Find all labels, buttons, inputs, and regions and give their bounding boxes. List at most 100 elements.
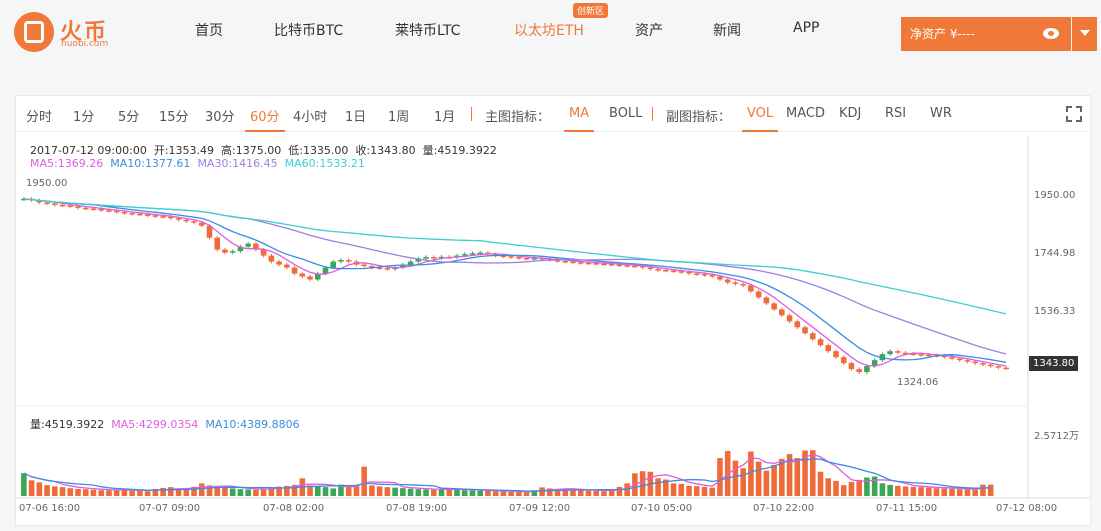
candle bbox=[987, 364, 994, 367]
volume-bar bbox=[655, 478, 661, 496]
candle bbox=[709, 275, 716, 277]
candle bbox=[980, 363, 986, 365]
candle bbox=[59, 204, 66, 207]
volume-bar bbox=[693, 486, 700, 496]
volume-bar bbox=[369, 485, 375, 496]
nav-ltc[interactable]: 莱特币LTC bbox=[395, 20, 460, 40]
volume-bar bbox=[740, 468, 746, 496]
volume-bar bbox=[52, 486, 58, 496]
volume-bar bbox=[90, 489, 97, 496]
volume-bar bbox=[593, 490, 599, 496]
huobi-logo-icon bbox=[14, 12, 54, 52]
volume-bar bbox=[895, 485, 901, 496]
volume-bar bbox=[314, 486, 321, 496]
huobi-logo[interactable]: 火币 huobi.com bbox=[14, 12, 114, 52]
current-price-tag: 1343.80 bbox=[1029, 356, 1079, 371]
candle bbox=[585, 262, 592, 265]
ma5-line bbox=[23, 198, 1007, 367]
candle bbox=[75, 206, 81, 208]
volume-bar bbox=[825, 478, 832, 496]
candle bbox=[121, 212, 128, 214]
time-axis-label: 07-10 05:00 bbox=[631, 503, 693, 514]
volume-bar bbox=[926, 487, 932, 496]
volume-bar bbox=[794, 458, 801, 496]
candle bbox=[848, 363, 855, 370]
nav-news[interactable]: 新闻 bbox=[713, 20, 741, 40]
time-axis-label: 07-11 15:00 bbox=[876, 503, 938, 514]
candle bbox=[577, 262, 584, 264]
candle bbox=[322, 267, 329, 274]
candle bbox=[214, 237, 221, 250]
candle bbox=[90, 208, 97, 210]
volume-bar bbox=[500, 491, 507, 496]
candle bbox=[732, 282, 739, 284]
volume-bar bbox=[601, 491, 607, 496]
candle bbox=[229, 251, 236, 253]
volume-bar bbox=[245, 489, 251, 496]
volume-bar bbox=[817, 471, 824, 496]
candle bbox=[995, 366, 1002, 368]
volume-bar bbox=[229, 488, 236, 496]
candle bbox=[516, 257, 522, 259]
nav-app[interactable]: APP bbox=[793, 20, 819, 36]
volume-bar bbox=[956, 489, 963, 496]
candle bbox=[44, 202, 50, 204]
volume-bar bbox=[98, 490, 104, 496]
innovation-zone-badge: 创新区 bbox=[573, 3, 609, 18]
volume-bar bbox=[400, 488, 406, 496]
candle bbox=[52, 203, 58, 205]
candle bbox=[268, 255, 275, 262]
kline-chart-panel: 分时 1分 5分 15分 30分 60分 4小时 1日 1周 1月 主图指标： … bbox=[15, 95, 1091, 526]
volume-bar bbox=[198, 483, 205, 496]
high-price-marker: 1950.00 bbox=[26, 178, 68, 189]
volume-bar bbox=[887, 484, 893, 496]
candle bbox=[82, 207, 89, 210]
volume-bar bbox=[918, 487, 924, 496]
candle bbox=[833, 351, 839, 358]
candle bbox=[183, 219, 190, 222]
volume-bar bbox=[322, 487, 329, 496]
time-axis-label: 07-08 02:00 bbox=[263, 503, 325, 514]
nav-btc[interactable]: 比特币BTC bbox=[274, 20, 343, 40]
candle bbox=[647, 267, 654, 270]
nav-home[interactable]: 首页 bbox=[195, 20, 223, 40]
candle bbox=[755, 291, 762, 298]
candle bbox=[856, 369, 862, 373]
candle bbox=[632, 265, 638, 268]
candle bbox=[972, 361, 978, 364]
candle bbox=[570, 261, 576, 264]
volume-bar bbox=[980, 484, 986, 496]
kline-chart-svg[interactable] bbox=[16, 96, 1090, 526]
candle bbox=[384, 268, 391, 270]
volume-bar bbox=[670, 483, 677, 496]
volume-bar bbox=[717, 458, 723, 496]
assets-dropdown-button[interactable] bbox=[1072, 17, 1097, 51]
volume-bar bbox=[82, 489, 89, 496]
volume-bar bbox=[144, 491, 151, 496]
volume-bar bbox=[446, 488, 453, 496]
volume-bar bbox=[345, 486, 352, 496]
ma10-line bbox=[23, 198, 1007, 363]
candle bbox=[748, 285, 754, 292]
net-assets-button[interactable]: 净资产 ¥---- bbox=[901, 17, 1071, 51]
candle bbox=[864, 366, 870, 373]
candle bbox=[779, 309, 785, 316]
low-price-marker: 1324.06 bbox=[897, 377, 939, 388]
volume-bar bbox=[454, 489, 460, 496]
nav-eth[interactable]: 以太坊ETH bbox=[514, 20, 584, 40]
candle bbox=[291, 267, 298, 274]
volume-bar bbox=[639, 471, 646, 496]
volume-bar bbox=[384, 487, 391, 496]
top-navigation-bar: 火币 huobi.com 首页 比特币BTC 莱特币LTC 以太坊ETH 资产 … bbox=[0, 0, 1101, 72]
ma30-line bbox=[23, 198, 1007, 355]
candle bbox=[717, 276, 723, 280]
volume-bar bbox=[972, 489, 978, 496]
volume-bar bbox=[964, 489, 971, 496]
volume-bar bbox=[253, 489, 259, 496]
volume-bar bbox=[477, 490, 483, 496]
nav-assets[interactable]: 资产 bbox=[635, 20, 663, 40]
candle bbox=[809, 333, 816, 340]
candle bbox=[740, 283, 746, 286]
hide-assets-eye-icon[interactable] bbox=[1043, 28, 1059, 39]
candle bbox=[601, 263, 607, 266]
